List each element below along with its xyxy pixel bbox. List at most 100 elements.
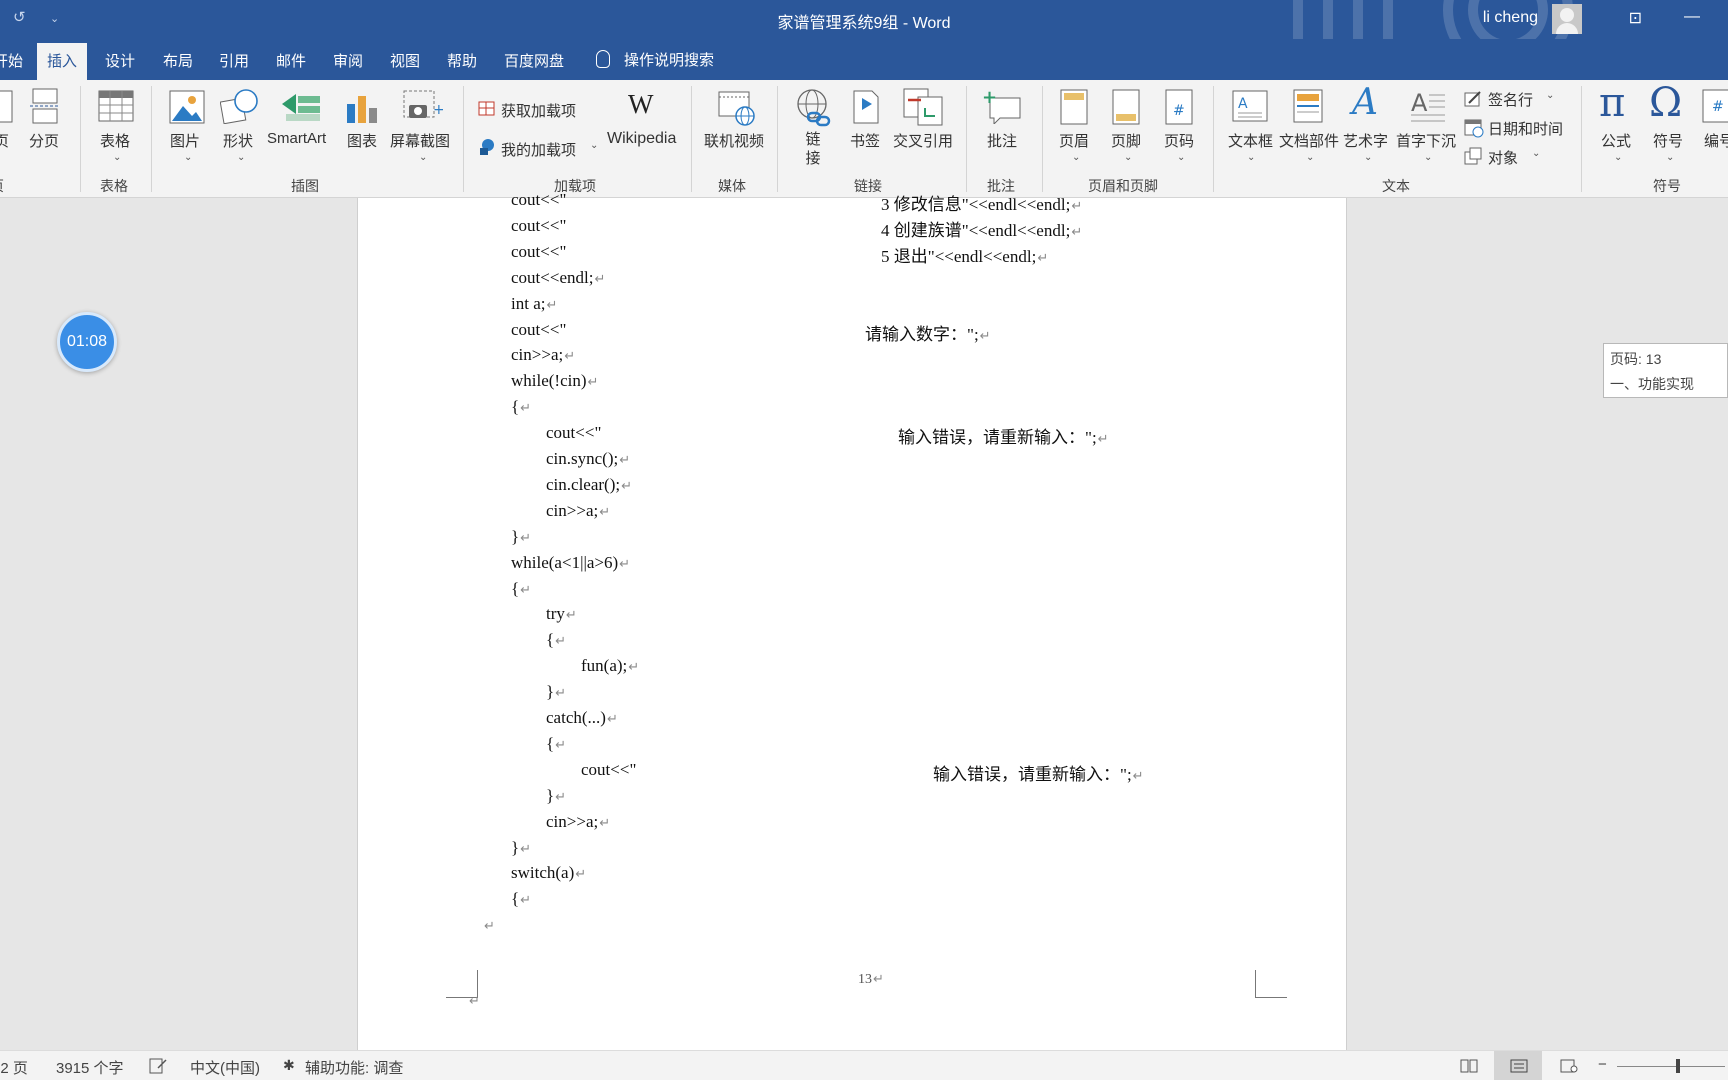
page-button[interactable]: 页: [0, 130, 9, 151]
chart-button[interactable]: 图表: [347, 130, 377, 151]
tab-references[interactable]: 引用: [219, 50, 249, 71]
code-line[interactable]: cin>>a;↵: [546, 812, 610, 832]
code-line[interactable]: cout<<": [511, 190, 566, 210]
tab-view[interactable]: 视图: [390, 50, 420, 71]
tab-design[interactable]: 设计: [105, 50, 135, 71]
code-line-string[interactable]: 5 退出"<<endl<<endl;↵: [881, 242, 1048, 267]
page-count[interactable]: 22 页: [0, 1057, 28, 1078]
code-line[interactable]: cout<<": [546, 423, 601, 443]
wordart-button[interactable]: 艺术字: [1343, 130, 1388, 151]
code-line-string[interactable]: 输入错误，请重新输入：";↵: [933, 760, 1144, 785]
code-line[interactable]: fun(a);↵: [581, 656, 639, 676]
group-tables-label: 表格: [100, 178, 128, 194]
comment-button[interactable]: 批注: [987, 130, 1017, 151]
bookmark-button[interactable]: 书签: [850, 130, 880, 151]
code-line[interactable]: cout<<endl;↵: [511, 268, 605, 288]
header-button[interactable]: 页眉: [1059, 130, 1089, 151]
proofing-icon[interactable]: [149, 1058, 167, 1074]
get-addins-button[interactable]: 获取加载项: [501, 100, 576, 121]
code-line[interactable]: {↵: [546, 630, 566, 650]
code-line-string[interactable]: 4 创建族谱"<<endl<<endl;↵: [881, 216, 1082, 241]
zoom-slider-track[interactable]: [1617, 1066, 1725, 1067]
page-break-button[interactable]: 分页: [29, 130, 59, 151]
pictures-button[interactable]: 图片: [170, 130, 200, 151]
code-line[interactable]: {↵: [511, 579, 531, 599]
web-layout-icon[interactable]: [1560, 1059, 1578, 1073]
zoom-out-icon[interactable]: −: [1598, 1056, 1607, 1073]
date-time-button[interactable]: 日期和时间: [1488, 118, 1563, 139]
tab-insert[interactable]: 插入: [37, 43, 88, 80]
number-button[interactable]: 编号: [1704, 130, 1728, 151]
tab-review[interactable]: 审阅: [333, 50, 363, 71]
account-avatar-icon[interactable]: [1552, 4, 1582, 34]
code-line[interactable]: {↵: [511, 889, 531, 909]
tell-me-search[interactable]: 操作说明搜索: [596, 49, 714, 70]
minimize-icon[interactable]: —: [1684, 8, 1700, 26]
user-name[interactable]: li cheng: [1483, 9, 1538, 27]
link-button[interactable]: 链接: [805, 130, 821, 168]
language[interactable]: 中文(中国): [190, 1057, 260, 1078]
code-line[interactable]: cin>>a;↵: [511, 345, 575, 365]
code-line-string[interactable]: 3 修改信息"<<endl<<endl;↵: [881, 190, 1082, 215]
code-line-string[interactable]: 输入错误，请重新输入：";↵: [898, 423, 1109, 448]
code-line[interactable]: while(!cin)↵: [511, 371, 598, 391]
my-addins-button[interactable]: 我的加载项: [501, 139, 576, 160]
code-line[interactable]: cin.sync();↵: [546, 449, 630, 469]
document-page[interactable]: cout<<" 3 修改信息"<<endl<<endl;↵ cout<<" 4 创建族…: [357, 190, 1347, 1050]
svg-text:#: #: [1712, 99, 1724, 115]
code-line-string[interactable]: 请输入数字：";↵: [865, 320, 991, 345]
code-line[interactable]: cin>>a;↵: [546, 501, 610, 521]
title-bar: ↺ ⌄ 家谱管理系统9组 - Word li cheng ⊡ —: [0, 0, 1728, 39]
document-area[interactable]: cout<<" 3 修改信息"<<endl<<endl;↵ cout<<" 4 创建族…: [0, 190, 1728, 1050]
online-video-button[interactable]: 联机视频: [704, 130, 764, 151]
footer-button[interactable]: 页脚: [1111, 130, 1141, 151]
picture-icon: [169, 90, 205, 124]
code-line[interactable]: catch(...)↵: [546, 708, 618, 728]
page-number-button[interactable]: 页码: [1164, 130, 1194, 151]
code-line[interactable]: cout<<": [511, 242, 566, 262]
zoom-slider-thumb[interactable]: [1676, 1059, 1680, 1073]
tab-help[interactable]: 帮助: [447, 50, 477, 71]
ribbon-display-options-icon[interactable]: ⊡: [1629, 8, 1642, 28]
code-line[interactable]: cout<<": [581, 760, 636, 780]
code-line[interactable]: }↵: [511, 838, 531, 858]
equation-button[interactable]: 公式: [1601, 130, 1631, 151]
link-icon: [797, 89, 831, 127]
object-button[interactable]: 对象: [1488, 147, 1518, 168]
accessibility-status[interactable]: 辅助功能: 调查: [305, 1057, 403, 1078]
code-line[interactable]: }↵: [511, 527, 531, 547]
drop-cap-button[interactable]: 首字下沉: [1396, 130, 1456, 151]
code-line[interactable]: switch(a)↵: [511, 863, 586, 883]
code-line[interactable]: cout<<": [511, 216, 566, 236]
read-mode-icon[interactable]: [1460, 1059, 1478, 1073]
code-line[interactable]: {↵: [546, 734, 566, 754]
smartart-button[interactable]: SmartArt: [267, 130, 326, 147]
screenshot-button[interactable]: 屏幕截图: [390, 130, 450, 151]
floating-timer[interactable]: 01:08: [57, 312, 117, 372]
code-line[interactable]: cin.clear();↵: [546, 475, 632, 495]
shapes-button[interactable]: 形状: [223, 130, 253, 151]
textbox-button[interactable]: 文本框: [1228, 130, 1273, 151]
code-line[interactable]: ↵: [483, 915, 495, 935]
code-line[interactable]: while(a<1||a>6)↵: [511, 553, 630, 573]
code-line[interactable]: }↵: [546, 786, 566, 806]
paragraph-mark: ↵: [619, 555, 631, 571]
code-line[interactable]: try↵: [546, 604, 577, 624]
paragraph-mark: ↵: [587, 374, 599, 390]
tab-home[interactable]: 开始: [0, 50, 23, 71]
table-button[interactable]: 表格: [100, 130, 130, 151]
word-count[interactable]: 3915 个字: [56, 1057, 124, 1078]
cross-reference-button[interactable]: 交叉引用: [893, 130, 953, 151]
signature-line-button[interactable]: 签名行: [1488, 89, 1533, 110]
print-layout-icon[interactable]: [1510, 1059, 1528, 1073]
symbol-button[interactable]: 符号: [1653, 130, 1683, 151]
code-line[interactable]: {↵: [511, 397, 531, 417]
wikipedia-button[interactable]: Wikipedia: [607, 130, 676, 148]
code-line[interactable]: }↵: [546, 682, 566, 702]
code-line[interactable]: cout<<": [511, 320, 566, 340]
tab-baidu-netdisk[interactable]: 百度网盘: [504, 50, 564, 71]
code-line[interactable]: int a;↵: [511, 294, 557, 314]
quick-parts-button[interactable]: 文档部件: [1279, 130, 1339, 151]
tab-mailings[interactable]: 邮件: [276, 50, 306, 71]
tab-layout[interactable]: 布局: [163, 50, 193, 71]
